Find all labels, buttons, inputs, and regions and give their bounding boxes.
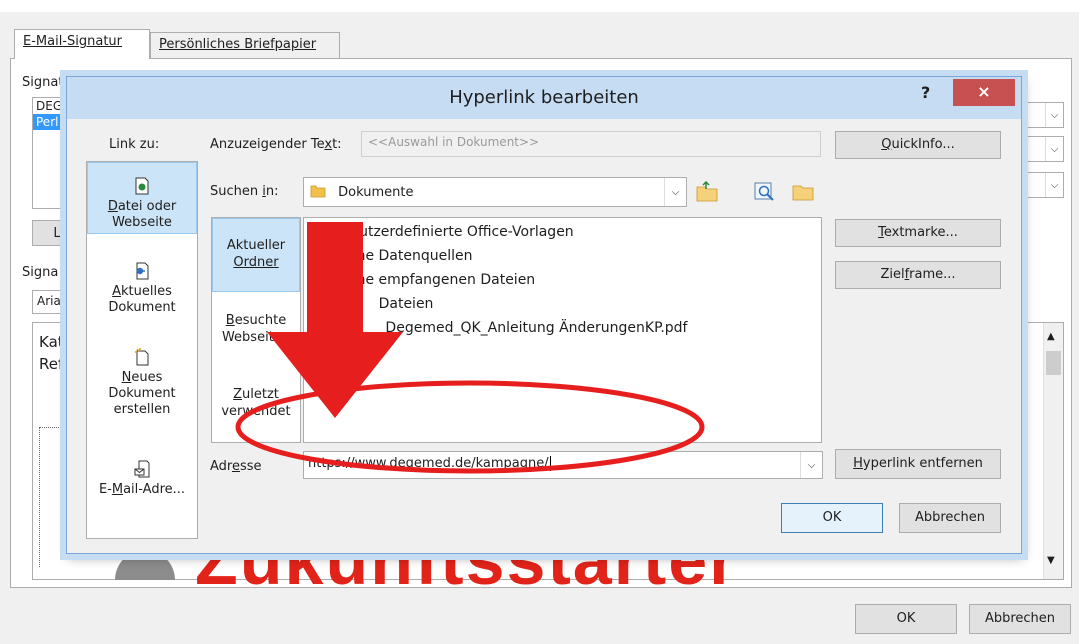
chevron-down-icon: ⌵ [1045, 137, 1063, 161]
dialog-title: Hyperlink bearbeiten [449, 87, 639, 108]
font-select-value: Aria [37, 294, 61, 308]
link-to-new-document-label: Neues Dokument erstellen [108, 370, 176, 417]
link-to-bar: Datei oder Webseite Aktuelles Dokument N… [86, 161, 198, 539]
display-text-value: <<Auswahl in Dokument>> [368, 135, 540, 149]
link-to-email-label: E-Mail-Adre... [98, 482, 186, 497]
browse-file-button[interactable] [789, 179, 817, 205]
cancel-label: Abbrechen [914, 510, 986, 525]
replies-select[interactable]: ⌵ [1020, 136, 1064, 162]
chevron-down-icon: ⌵ [1045, 173, 1063, 197]
new-messages-select[interactable]: ⌵ [1020, 102, 1064, 128]
quickinfo-label: QuickInfo... [881, 137, 955, 152]
window-top-strip [0, 0, 1079, 12]
bookmark-label: Textmarke... [878, 225, 958, 240]
editor-text: Kat Ref [39, 331, 64, 375]
look-in-label: Suchen in: [210, 184, 279, 199]
editor-line: Ref [39, 355, 64, 373]
editor-scrollbar[interactable]: ▲ ▼ [1043, 323, 1063, 579]
close-icon: × [977, 82, 991, 101]
display-text-label: Anzuzeigender Text: [210, 137, 342, 152]
scroll-down-icon[interactable]: ▼ [1047, 555, 1055, 566]
browse-web-button[interactable] [751, 179, 779, 205]
select-signature-label: Signat [22, 75, 64, 90]
editor-line: Kat [39, 333, 64, 351]
window-ok-label: OK [896, 611, 916, 626]
tab-personal-stationery[interactable]: Persönliches Briefpapier [150, 32, 340, 59]
bookmark-button[interactable]: Textmarke... [835, 219, 1001, 247]
link-to-file-label: Datei oder Webseite [107, 199, 177, 230]
ok-button[interactable]: OK [781, 503, 883, 533]
red-ellipse-annotation [235, 380, 705, 474]
look-in-value: Dokumente [338, 185, 414, 200]
target-frame-label: Zielframe... [880, 267, 956, 282]
tab-personal-stationery-label: Persönliches Briefpapier [159, 37, 317, 52]
edit-signature-label: Signa [22, 265, 59, 280]
tab-email-signature[interactable]: E-Mail-Signatur [14, 29, 150, 59]
link-to-email-address[interactable]: E-Mail-Adre... [87, 460, 197, 498]
chevron-down-icon[interactable]: ⌵ [800, 452, 822, 478]
scrollbar-thumb[interactable] [1046, 351, 1061, 375]
link-to-file-or-webpage[interactable]: Datei oder Webseite [87, 162, 197, 234]
open-folder-icon [792, 185, 814, 201]
remove-hyperlink-button[interactable]: Hyperlink entfernen [835, 449, 1001, 479]
cancel-button[interactable]: Abbrechen [899, 503, 1001, 533]
up-folder-button[interactable] [693, 179, 721, 205]
close-button[interactable]: × [953, 79, 1015, 106]
edit-hyperlink-dialog: Hyperlink bearbeiten ? × Link zu: Datei … [66, 76, 1022, 554]
delete-signature-button-label: L [53, 226, 61, 241]
link-to-current-document[interactable]: Aktuelles Dokument [87, 262, 197, 316]
help-button[interactable]: ? [921, 83, 930, 102]
file-link-icon [135, 177, 149, 195]
browse-web-icon [754, 182, 774, 201]
target-frame-button[interactable]: Zielframe... [835, 261, 1001, 289]
link-to-label: Link zu: [109, 137, 160, 152]
link-to-new-document[interactable]: Neues Dokument erstellen [87, 348, 197, 418]
window-ok-button[interactable]: OK [855, 604, 957, 634]
look-in-select[interactable]: Dokumente ⌵ [303, 177, 687, 207]
scroll-up-icon[interactable]: ▲ [1047, 331, 1055, 342]
email-icon [134, 460, 150, 478]
chevron-down-icon[interactable]: ⌵ [664, 178, 686, 206]
chevron-down-icon: ⌵ [1045, 103, 1063, 127]
window-cancel-button[interactable]: Abbrechen [969, 604, 1071, 634]
folder-icon [310, 185, 326, 198]
quickinfo-button[interactable]: QuickInfo... [835, 131, 1001, 159]
link-to-current-document-label: Aktuelles Dokument [108, 284, 176, 315]
folder-up-icon [696, 181, 718, 202]
image-handle [690, 557, 693, 560]
image-selection-frame [39, 427, 69, 567]
new-document-icon [135, 348, 149, 366]
display-text-field[interactable]: <<Auswahl in Dokument>> [361, 131, 821, 157]
remove-hyperlink-label: Hyperlink entfernen [853, 456, 983, 471]
ok-label: OK [822, 510, 842, 525]
current-document-icon [136, 262, 149, 280]
tab-email-signature-label: E-Mail-Signatur [23, 34, 123, 49]
account-select[interactable]: ⌵ [1020, 172, 1064, 198]
window-cancel-label: Abbrechen [984, 611, 1056, 626]
